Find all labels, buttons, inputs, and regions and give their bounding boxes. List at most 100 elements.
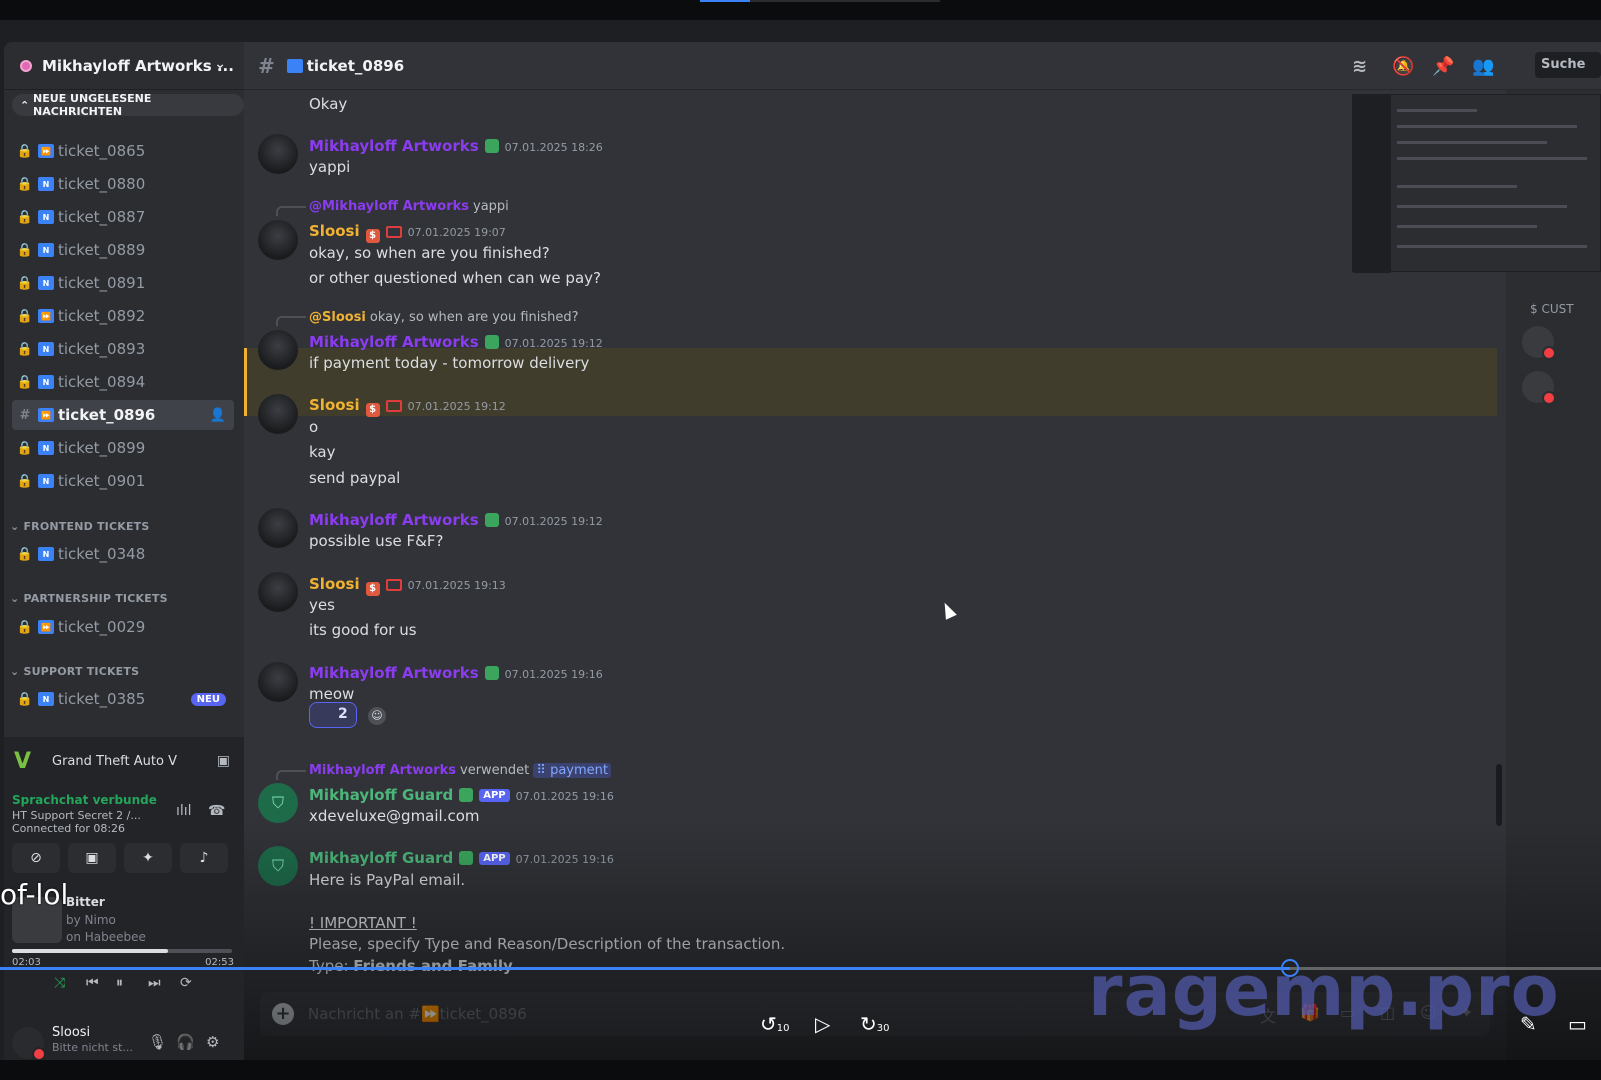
author-name[interactable]: Mikhayloff Artworks (309, 511, 479, 529)
author-name[interactable]: Sloosi (309, 396, 360, 414)
notification-bell-off-icon[interactable]: 🔕 (1392, 56, 1414, 77)
pause-icon[interactable]: ⏸ (116, 975, 123, 991)
category-partnership[interactable]: ⌄ PARTNERSHIP TICKETS (10, 592, 168, 605)
unread-messages-pill[interactable]: ⌃ NEUE UNGELESENE NACHRICHTEN (12, 92, 244, 118)
add-reaction-icon[interactable]: ☺ (368, 707, 386, 725)
sidebar-item-ticket-0896[interactable]: # ⏩ ticket_0896 👤 (12, 400, 234, 430)
timestamp: 07.01.2025 19:12 (504, 515, 603, 528)
author-name[interactable]: Sloosi (309, 575, 360, 593)
avatar[interactable] (1522, 371, 1556, 405)
command-name[interactable]: ⠿ payment (533, 763, 611, 778)
author-name[interactable]: Sloosi (309, 222, 360, 240)
avatar[interactable]: ⛉ (258, 846, 298, 886)
message-input[interactable]: Nachricht an #⏩ticket_0896 (308, 1005, 527, 1023)
author-name[interactable]: Mikhayloff Guard (309, 786, 453, 804)
screen-share-thumbnail[interactable] (1352, 94, 1601, 273)
type-label: Type: (309, 957, 349, 975)
reaction-button[interactable]: 2 (309, 702, 357, 728)
voice-connected-time: Connected for 08:26 (12, 822, 126, 835)
fullscreen-icon[interactable]: ▭ (1568, 1012, 1587, 1036)
members-icon[interactable]: 👥 (1472, 56, 1494, 77)
headphones-icon[interactable]: 🎧 (176, 1033, 195, 1051)
sidebar-item-ticket-0891[interactable]: 🔒 Nticket_0891 (12, 268, 234, 298)
soundboard-button[interactable]: ♪ (180, 843, 228, 873)
sidebar-item-ticket-0892[interactable]: 🔒 ⏩ ticket_0892 (12, 301, 234, 331)
verified-badge-icon (459, 851, 474, 865)
forward-button[interactable]: ↻30 (860, 1012, 890, 1036)
disconnect-icon[interactable]: ☎ (208, 803, 225, 819)
sidebar-item-ticket-0348[interactable]: 🔒 Nticket_0348 (12, 539, 234, 569)
next-icon[interactable]: ⏭ (148, 975, 161, 991)
track-progress-bar[interactable] (12, 949, 232, 953)
noise-suppression-icon[interactable]: ılıl (176, 803, 192, 819)
new-badge: NEU (190, 692, 226, 706)
avatar[interactable] (258, 508, 298, 548)
avatar[interactable] (12, 1027, 46, 1061)
rewind-button[interactable]: ↺10 (760, 1012, 790, 1036)
avatar[interactable]: ⛉ (258, 783, 298, 823)
avatar[interactable] (258, 330, 298, 370)
sidebar-item-ticket-0901[interactable]: 🔒 Nticket_0901 (12, 466, 234, 496)
chevron-down-icon[interactable]: ⌄ (214, 56, 226, 72)
avatar[interactable] (258, 394, 298, 434)
category-support[interactable]: ⌄ SUPPORT TICKETS (10, 665, 139, 678)
activity-game: Grand Theft Auto V (52, 753, 177, 769)
pin-icon[interactable]: 📌 (1432, 56, 1454, 77)
avatar[interactable] (258, 572, 298, 612)
sidebar-item-ticket-0894[interactable]: 🔒 Nticket_0894 (12, 367, 234, 397)
play-icon[interactable]: ▷ (815, 1012, 830, 1036)
channel-label: ticket_0893 (58, 340, 146, 358)
channel-label: ticket_0894 (58, 373, 146, 391)
lock-icon: 🔒 (16, 209, 34, 225)
repeat-icon[interactable]: ⟳ (180, 975, 192, 991)
server-header[interactable]: Mikhayloff Artworks ... ⌄ (4, 42, 244, 90)
message-header: Mikhayloff Artworks 07.01.2025 18:26 (309, 137, 603, 155)
lock-icon: 🔒 (16, 440, 34, 456)
add-member-icon[interactable]: 👤 (210, 408, 226, 423)
gear-icon[interactable]: ⚙ (206, 1033, 219, 1051)
category-frontend[interactable]: ⌄ FRONTEND TICKETS (10, 520, 150, 533)
sidebar-item-ticket-0893[interactable]: 🔒 Nticket_0893 (12, 334, 234, 364)
camera-off-button[interactable]: ⊘ (12, 843, 60, 873)
activities-button[interactable]: ✦ (124, 843, 172, 873)
author-name[interactable]: Mikhayloff Guard (309, 849, 453, 867)
sidebar-item-ticket-0880[interactable]: 🔒 Nticket_0880 (12, 169, 234, 199)
avatar[interactable] (258, 220, 298, 260)
sidebar-item-ticket-0385[interactable]: 🔒 Nticket_0385 NEU (12, 684, 234, 714)
author-name[interactable]: Mikhayloff Artworks (309, 137, 479, 155)
sidebar-item-ticket-0887[interactable]: 🔒 Nticket_0887 (12, 202, 234, 232)
author-name[interactable]: Mikhayloff Artworks (309, 664, 479, 682)
voice-channel[interactable]: HT Support Secret 2 /... (12, 809, 141, 822)
sidebar-item-ticket-0889[interactable]: 🔒 Nticket_0889 (12, 235, 234, 265)
message-header: Mikhayloff Guard APP 07.01.2025 19:16 (309, 786, 614, 804)
verified-badge-icon (459, 788, 474, 802)
track-progress-fill (12, 949, 169, 953)
crown-badge-icon (484, 335, 499, 349)
new-icon: N (38, 177, 54, 191)
sidebar-item-ticket-0865[interactable]: 🔒 ⏩ ticket_0865 (12, 136, 234, 166)
search-input[interactable]: Suche (1535, 52, 1601, 78)
watermark: ragemp.pro (1088, 950, 1560, 1032)
author-name[interactable]: Mikhayloff Artworks (309, 333, 479, 351)
microphone-icon[interactable]: 🎙 (148, 1033, 167, 1051)
crown-badge-icon (484, 139, 499, 153)
plus-icon[interactable]: + (272, 1003, 294, 1025)
threads-icon[interactable]: ≋ (1352, 56, 1367, 77)
scrollbar[interactable] (1496, 764, 1502, 826)
message-header: Sloosi $07.01.2025 19:07 (309, 222, 506, 243)
reply-preview[interactable]: @Mikhayloff Artworks yappi (309, 199, 509, 214)
reply-author: @Mikhayloff Artworks (309, 199, 470, 214)
previous-icon[interactable]: ⏮ (86, 975, 99, 991)
avatar[interactable] (1522, 326, 1556, 360)
avatar[interactable] (258, 662, 298, 702)
reply-preview[interactable]: @Sloosi okay, so when are you finished? (309, 310, 579, 325)
voice-status[interactable]: Sprachchat verbunde (12, 793, 157, 807)
screen-share-icon[interactable]: ▣ (217, 753, 230, 769)
sidebar-item-ticket-0029[interactable]: 🔒 ⏩ ticket_0029 (12, 612, 234, 642)
screen-share-button[interactable]: ▣ (68, 843, 116, 873)
avatar[interactable] (258, 134, 298, 174)
shuffle-icon[interactable]: ⤨ (54, 975, 65, 991)
server-name: Mikhayloff Artworks ... (42, 56, 234, 75)
sidebar-item-ticket-0899[interactable]: 🔒 Nticket_0899 (12, 433, 234, 463)
command-preview[interactable]: Mikhayloff Artworks verwendet ⠿ payment (309, 763, 611, 778)
